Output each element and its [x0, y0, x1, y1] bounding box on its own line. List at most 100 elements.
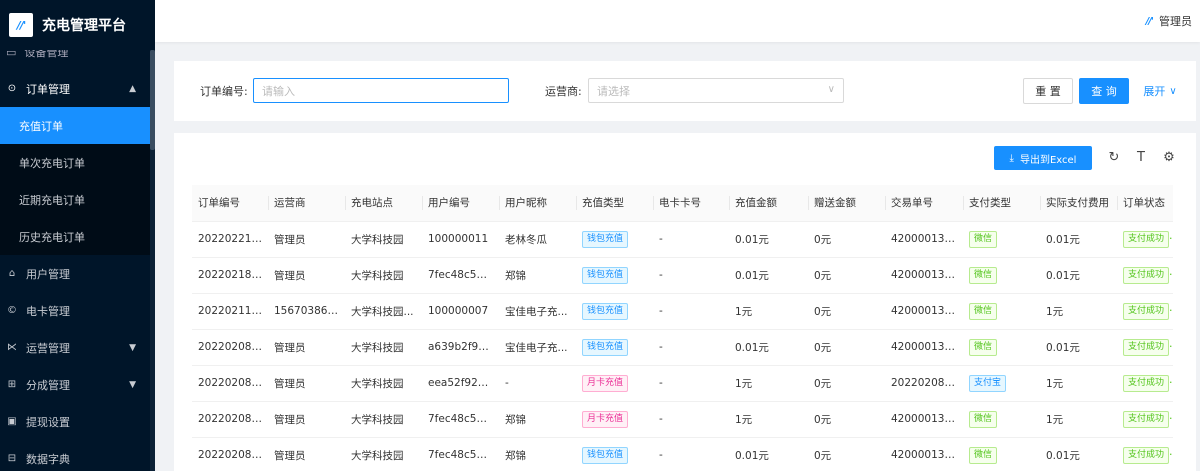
column-header: 充值金额 — [729, 185, 808, 222]
table-cell: 支付宝 — [963, 365, 1040, 402]
sidebar: //' 充电管理平台 ▭ 设备管理 ⊙ 订单管理 ▲ 充值订单 单次充电订单 近… — [0, 0, 155, 471]
app-title: 充电管理平台 — [42, 18, 126, 34]
order-no-label: 订单编号: — [200, 85, 248, 98]
expand-button[interactable]: 展开 ∨ — [1136, 78, 1184, 104]
user-name[interactable]: 管理员 — [1159, 13, 1192, 29]
dictionary-icon: ⊟ — [7, 453, 17, 464]
table-cell: 大学科技园 — [345, 329, 422, 366]
recharge-type-tag: 钱包充值 — [582, 446, 629, 464]
table-cell: - — [653, 329, 729, 366]
operator-placeholder: 请选择 — [597, 84, 630, 98]
table-cell: 7fec48c58f... — [422, 257, 499, 294]
payment-type-tag: 微信 — [969, 266, 998, 284]
table-panel: ⤓ 导出到Excel ↻ T ⚙ 订单编号 运营商 充电站点 用户编号 用户昵称 充值类型… — [174, 133, 1196, 471]
table-cell: 管理员 — [268, 221, 345, 258]
table-cell: 100000007 — [422, 293, 499, 330]
table-cell: - — [653, 221, 729, 258]
table-cell: 7fec48c58f... — [422, 437, 499, 471]
table-cell: 支付成功 — [1117, 257, 1173, 294]
column-header: 用户编号 — [422, 185, 499, 222]
order-no-input[interactable]: 请输入 — [253, 78, 509, 103]
sidebar-item-orders[interactable]: ⊙ 订单管理 ▲ — [0, 70, 150, 107]
table-cell: 微信 — [963, 401, 1040, 438]
sidebar-subitem-recent-charge-orders[interactable]: 近期充电订单 — [0, 181, 150, 218]
sidebar-item-label: 用户管理 — [26, 267, 70, 281]
app-logo-icon: //' — [9, 13, 33, 37]
order-status-tag: 支付成功 — [1123, 410, 1170, 428]
table-cell: 100000011 — [422, 221, 499, 258]
table-row[interactable]: 202202111... 15670386823 大学科技园... 100000007… — [192, 293, 1173, 330]
table-cell: 202202081... — [192, 401, 268, 438]
recharge-type-tag: 钱包充值 — [582, 302, 629, 320]
table-cell: 0.01元 — [1040, 257, 1117, 294]
table-cell: a639b2f9ab... — [422, 329, 499, 366]
sidebar-item-withdraw-settings[interactable]: ▣ 提现设置 — [0, 403, 150, 440]
table-row[interactable]: 202202081... 管理员 大学科技园 a639b2f9ab... 宝佳电子充..… — [192, 329, 1173, 366]
table-cell: 420000135... — [885, 257, 963, 294]
sidebar-scrollbar-thumb[interactable] — [150, 50, 155, 150]
table-cell: - — [653, 401, 729, 438]
table-cell: 大学科技园 — [345, 365, 422, 402]
expand-label: 展开 — [1143, 85, 1166, 98]
orders-submenu: 充值订单 单次充电订单 近期充电订单 历史充电订单 — [0, 107, 150, 255]
home-icon: ⌂ — [8, 268, 16, 279]
chevron-down-icon: ▼ — [129, 379, 136, 390]
table-cell: 202202081... — [192, 437, 268, 471]
column-header: 实际支付费用 — [1040, 185, 1117, 222]
table-cell: 1元 — [729, 365, 808, 402]
table-cell: 钱包充值 — [576, 257, 653, 294]
table-cell: 郑锦 — [499, 401, 576, 438]
table-row[interactable]: 202202081... 管理员 大学科技园 7fec48c58f... 郑锦 钱包充值 -… — [192, 437, 1173, 471]
export-label: 导出到Excel — [1019, 154, 1077, 166]
sidebar-subitem-history-charge-orders[interactable]: 历史充电订单 — [0, 218, 150, 255]
operator-select[interactable]: 请选择 ∨ — [588, 78, 844, 103]
table-cell: 微信 — [963, 221, 1040, 258]
query-button[interactable]: 查 询 — [1079, 78, 1129, 104]
sidebar-item-operations[interactable]: ⋉ 运营管理 ▼ — [0, 329, 150, 366]
sidebar-item-label: 分成管理 — [26, 378, 70, 392]
table-cell: 7fec48c58f... — [422, 401, 499, 438]
table-cell: 郑锦 — [499, 437, 576, 471]
table-cell: 420000136... — [885, 221, 963, 258]
order-status-tag: 支付成功 — [1123, 302, 1170, 320]
table-cell: 管理员 — [268, 257, 345, 294]
table-cell: 420000136... — [885, 437, 963, 471]
table-row[interactable]: 202202211... 管理员 大学科技园 100000011 老林冬瓜 钱包充值 -0.… — [192, 221, 1173, 258]
order-status-tag: 支付成功 — [1123, 338, 1170, 356]
column-header: 订单编号 — [192, 185, 268, 222]
export-excel-button[interactable]: ⤓ 导出到Excel — [994, 146, 1092, 170]
payment-type-tag: 微信 — [969, 302, 998, 320]
sidebar-subitem-single-charge-orders[interactable]: 单次充电订单 — [0, 144, 150, 181]
table-cell: 宝佳电子充... — [499, 293, 576, 330]
operator-label: 运营商: — [545, 85, 582, 98]
sidebar-subitem-recharge-orders[interactable]: 充值订单 — [0, 107, 150, 144]
reload-icon[interactable]: ↻ — [1106, 149, 1122, 165]
sidebar-item-revenue-share[interactable]: ⊞ 分成管理 ▼ — [0, 366, 150, 403]
table-row[interactable]: 202202081... 管理员 大学科技园 eea52f9240... - 月卡充值 -1… — [192, 365, 1173, 402]
sidebar-item-dictionary[interactable]: ⊟ 数据字典 — [0, 440, 150, 471]
chevron-down-icon: ▼ — [129, 342, 136, 353]
table-cell: 大学科技园 — [345, 221, 422, 258]
order-icon: ⊙ — [7, 83, 17, 94]
table-cell: 月卡充值 — [576, 401, 653, 438]
orders-table: 订单编号 运营商 充电站点 用户编号 用户昵称 充值类型 电卡卡号 充值金额 赠送金额 交易单号支… — [192, 185, 1173, 471]
order-status-tag: 支付成功 — [1123, 374, 1170, 392]
chevron-down-icon: ∨ — [1169, 85, 1177, 97]
column-height-icon[interactable]: T — [1133, 149, 1149, 165]
payment-type-tag: 微信 — [969, 410, 998, 428]
table-cell: - — [653, 365, 729, 402]
table-row[interactable]: 202202081... 管理员 大学科技园 7fec48c58f... 郑锦 月卡充值 -… — [192, 401, 1173, 438]
table-cell: 微信 — [963, 329, 1040, 366]
sidebar-item-users[interactable]: ⌂ 用户管理 — [0, 255, 150, 292]
table-cell: 管理员 — [268, 329, 345, 366]
table-cell: 420000135... — [885, 329, 963, 366]
reset-button[interactable]: 重 置 — [1023, 78, 1073, 104]
column-header: 支付类型 — [963, 185, 1040, 222]
order-no-placeholder: 请输入 — [262, 84, 295, 98]
table-row[interactable]: 202202181... 管理员 大学科技园 7fec48c58f... 郑锦 钱包充值 -… — [192, 257, 1173, 294]
table-cell: 支付成功 — [1117, 365, 1173, 402]
sidebar-item-cards[interactable]: © 电卡管理 — [0, 292, 150, 329]
table-cell: 管理员 — [268, 401, 345, 438]
settings-icon[interactable]: ⚙ — [1161, 149, 1177, 165]
table-cell: 0.01元 — [1040, 221, 1117, 258]
